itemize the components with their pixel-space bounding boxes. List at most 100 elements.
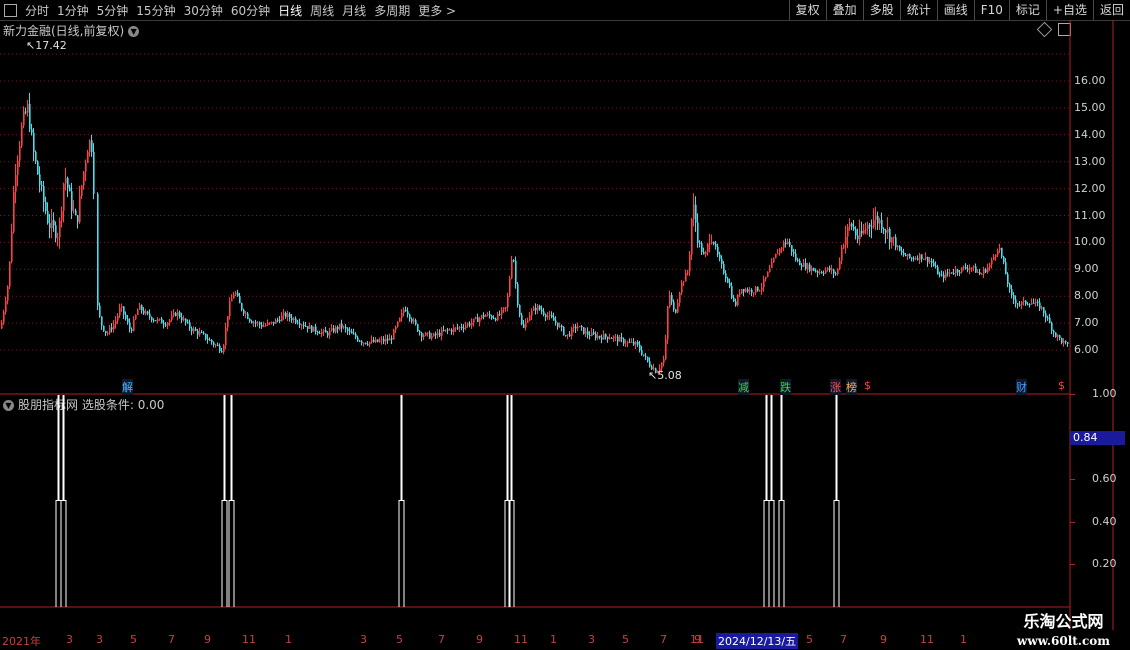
period-tab-4[interactable]: 30分钟 [180,2,227,19]
candle [503,307,505,313]
candle [799,258,801,266]
toolbar-button-7[interactable]: +自选 [1045,0,1093,20]
candle-body [575,326,577,329]
candle-body [1041,307,1043,309]
candle-body [577,327,579,329]
candle [473,318,475,327]
candle [307,326,309,333]
period-tab-2[interactable]: 5分钟 [93,2,133,19]
event-marker-0[interactable]: 解 [122,379,133,395]
candle-body [833,269,835,274]
candle [227,316,229,332]
candle-body [181,317,183,321]
candle-body [55,225,57,239]
toolbar-button-1[interactable]: 叠加 [825,0,863,20]
candle-body [671,295,673,302]
candle [965,263,967,270]
candle [637,340,639,348]
candle-body [701,243,703,252]
event-marker-3[interactable]: 涨 [830,379,841,395]
candle [41,181,43,192]
candle-body [737,295,739,306]
candle-body [935,266,937,268]
toolbar-button-0[interactable]: 复权 [788,0,826,20]
period-tab-6[interactable]: 日线 [274,2,306,19]
candle-body [951,272,953,274]
candle [937,264,939,275]
candle [805,258,807,271]
candle [87,149,89,164]
candle [83,170,85,190]
candle [735,298,737,307]
candle-body [177,312,179,316]
candle-body [259,322,261,325]
candle [521,312,523,326]
candle-body [309,325,311,329]
candle [465,321,467,331]
window-icon[interactable] [4,3,17,17]
candle [143,307,145,316]
candle-body [301,324,303,326]
period-tab-0[interactable]: 分时 [21,2,53,19]
toolbar-button-8[interactable]: 返回 [1092,0,1130,20]
event-marker-6[interactable]: 财 [1016,379,1027,395]
candle-body [941,274,943,276]
event-marker-4[interactable]: 榜 [846,379,857,395]
candle-body [425,332,427,336]
event-marker-2[interactable]: 跌 [780,379,791,395]
candle [37,160,39,175]
toolbar-button-5[interactable]: F10 [973,0,1009,20]
period-tab-7[interactable]: 周线 [306,2,338,19]
candle [253,320,255,328]
candle-body [703,251,705,255]
candle-body [261,324,263,327]
candle-body [321,331,323,334]
candle-body [241,303,243,310]
candle [1019,301,1021,307]
period-tab-10[interactable]: 更多 > [414,2,460,19]
candle-body [263,325,265,327]
candle [223,343,225,355]
candle [1009,282,1011,293]
candlestick-chart[interactable] [0,20,1130,395]
toolbar-button-2[interactable]: 多股 [862,0,900,20]
event-marker-5[interactable]: $ [864,379,871,392]
period-tab-5[interactable]: 60分钟 [227,2,274,19]
period-tab-3[interactable]: 15分钟 [132,2,179,19]
candle-body [789,242,791,246]
event-marker-1[interactable]: 减 [738,379,749,395]
candle [821,270,823,274]
candle-body [221,350,223,353]
candle [627,340,629,348]
event-marker-7[interactable]: $ [1058,379,1065,392]
candle-body [893,237,895,239]
candle [955,265,957,277]
candle [455,326,457,332]
candle-body [315,326,317,332]
toolbar-button-6[interactable]: 标记 [1008,0,1046,20]
candle [877,211,879,230]
candle [767,271,769,278]
candle-body [753,292,755,294]
watermark-url: www.60lt.com [1017,634,1110,648]
indicator-chart[interactable] [0,395,1130,630]
candle-body [1055,332,1057,337]
candle-body [133,319,135,331]
toolbar-button-3[interactable]: 统计 [899,0,937,20]
candle-body [601,337,603,340]
candle-body [725,273,727,279]
period-tab-1[interactable]: 1分钟 [53,2,93,19]
candle-body [875,215,877,220]
period-tab-9[interactable]: 多周期 [370,2,414,19]
candle-body [381,339,383,341]
candle-body [955,269,957,274]
period-tab-8[interactable]: 月线 [338,2,370,19]
candle [263,321,265,328]
candle-body [975,266,977,273]
candle-body [921,254,923,259]
candle-body [473,318,475,323]
candle-body [757,286,759,291]
candle-body [9,261,11,287]
toolbar-button-4[interactable]: 画线 [936,0,974,20]
candle-body [1029,304,1031,306]
